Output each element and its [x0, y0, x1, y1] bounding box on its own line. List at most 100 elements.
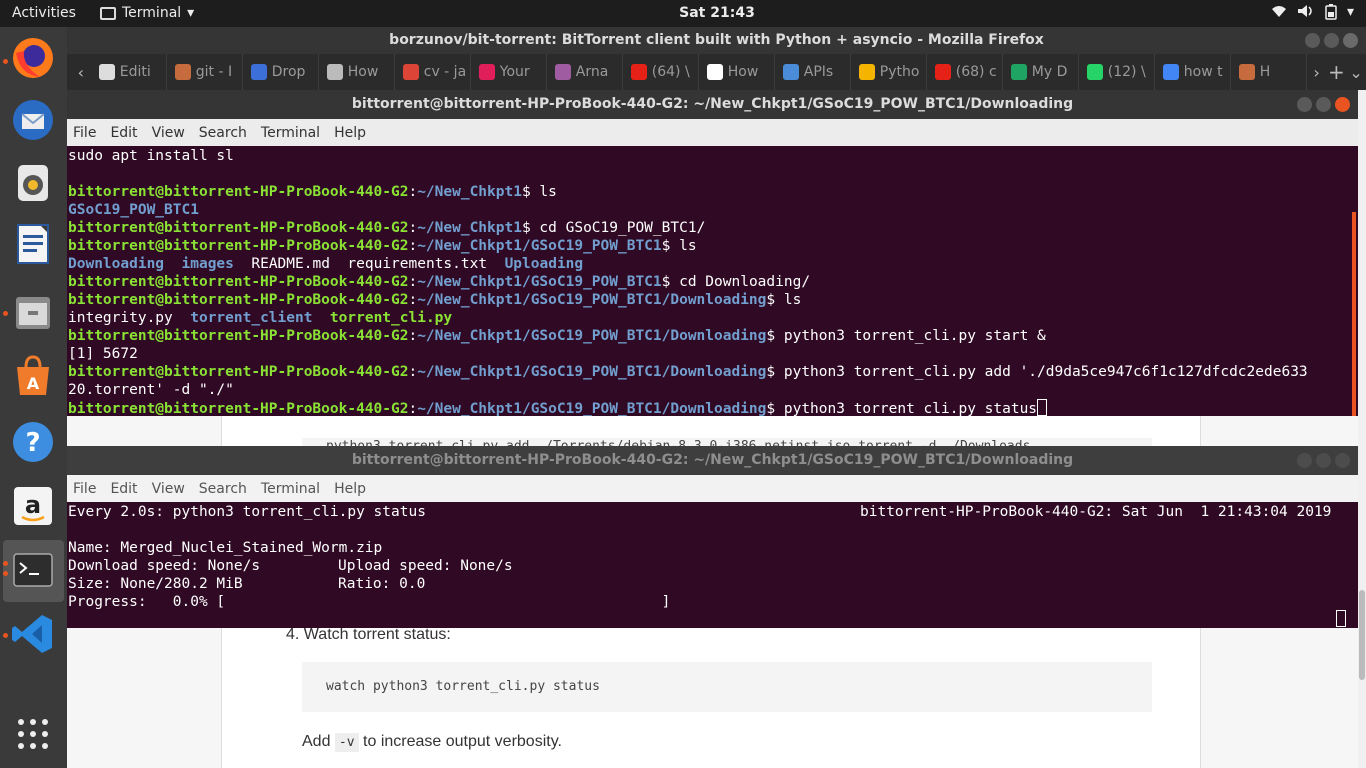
browser-tab[interactable]: Pytho [851, 54, 927, 90]
wifi-icon[interactable] [1271, 4, 1287, 24]
running-indicator [3, 633, 8, 638]
terminal-line: 20.torrent' -d "./" [68, 382, 234, 398]
dock: A ? a [0, 27, 67, 768]
power-menu-icon[interactable]: ▾ [1347, 4, 1354, 24]
help-icon[interactable]: ? [10, 419, 56, 465]
menu-help[interactable]: Help [334, 481, 366, 497]
system-tray[interactable]: ▾ [1271, 4, 1354, 24]
browser-tab[interactable]: (12) \ [1079, 54, 1155, 90]
terminal-titlebar[interactable]: bittorrent@bittorrent-HP-ProBook-440-G2:… [67, 90, 1358, 119]
terminal-window-main[interactable]: bittorrent@bittorrent-HP-ProBook-440-G2:… [67, 90, 1358, 416]
watch-output[interactable]: Every 2.0s: python3 torrent_cli.py statu… [67, 502, 1358, 628]
browser-tab[interactable]: git - I [167, 54, 243, 90]
close-icon[interactable] [1335, 97, 1350, 112]
browser-tab[interactable]: Arna [547, 54, 623, 90]
text-cursor [1336, 610, 1346, 627]
firefox-icon[interactable] [10, 35, 56, 81]
browser-tab[interactable]: Your [471, 54, 547, 90]
menu-view[interactable]: View [152, 125, 185, 141]
browser-tab[interactable]: My D [1003, 54, 1079, 90]
terminal-line: sudo apt install sl [68, 148, 234, 164]
menu-edit[interactable]: Edit [110, 481, 137, 497]
running-indicator [3, 59, 8, 64]
clock[interactable]: Sat 21:43 [0, 5, 1366, 21]
terminal-scrollbar[interactable] [1352, 212, 1356, 416]
menu-terminal[interactable]: Terminal [261, 125, 320, 141]
maximize-icon[interactable] [1324, 33, 1339, 48]
maximize-icon[interactable] [1316, 453, 1331, 468]
menu-file[interactable]: File [73, 481, 96, 497]
tab-scroll-left-icon[interactable]: ‹ [71, 63, 91, 82]
svg-text:?: ? [25, 428, 40, 458]
show-apps-icon[interactable] [10, 711, 56, 757]
favicon-icon [554, 64, 571, 80]
torrent-speed: Download speed: None/s Upload speed: None… [68, 558, 513, 574]
close-icon[interactable] [1335, 453, 1350, 468]
browser-tab[interactable]: (64) \ [623, 54, 699, 90]
menu-search[interactable]: Search [199, 125, 247, 141]
tab-label: (68) c [955, 64, 997, 80]
favicon-icon [1162, 64, 1179, 80]
minimize-icon[interactable] [1305, 33, 1320, 48]
browser-tab[interactable]: How [319, 54, 395, 90]
close-icon[interactable] [1343, 33, 1358, 48]
browser-tab[interactable]: cv - ja [395, 54, 471, 90]
browser-tab[interactable]: Editi [91, 54, 167, 90]
running-indicator [3, 561, 8, 566]
tab-label: Pytho [879, 64, 920, 80]
menu-search[interactable]: Search [199, 481, 247, 497]
tab-list-icon[interactable]: ⌄ [1346, 63, 1366, 82]
rhythmbox-icon[interactable] [10, 159, 56, 205]
libreoffice-writer-icon[interactable] [10, 221, 56, 267]
minimize-icon[interactable] [1297, 97, 1312, 112]
tab-label: Arna [575, 64, 609, 80]
scrollbar-thumb[interactable] [1359, 590, 1365, 680]
volume-icon[interactable] [1297, 4, 1315, 24]
torrent-size: Size: None/280.2 MiB Ratio: 0.0 [68, 576, 426, 592]
minimize-icon[interactable] [1297, 453, 1312, 468]
software-center-icon[interactable]: A [10, 353, 56, 399]
paragraph-verbosity: Add -v to increase output verbosity. [302, 733, 562, 752]
step-text: Watch torrent status: [303, 626, 451, 643]
maximize-icon[interactable] [1316, 97, 1331, 112]
terminal-window-controls [1297, 453, 1350, 468]
menu-file[interactable]: File [73, 125, 96, 141]
tab-label: git - I [195, 64, 233, 80]
running-indicator [3, 571, 8, 576]
tab-label: cv - ja [423, 64, 467, 80]
tab-label: (12) \ [1107, 64, 1146, 80]
browser-tab[interactable]: How [699, 54, 775, 90]
page-scrollbar[interactable] [1358, 90, 1366, 768]
favicon-icon [934, 64, 951, 80]
battery-icon[interactable] [1325, 4, 1337, 24]
menu-edit[interactable]: Edit [110, 125, 137, 141]
terminal-line: Downloading images README.md requirement… [68, 256, 584, 272]
amazon-icon[interactable]: a [10, 483, 56, 529]
browser-tab[interactable]: how t [1155, 54, 1231, 90]
menu-help[interactable]: Help [334, 125, 366, 141]
inline-code: -v [334, 733, 359, 752]
tab-scroll-right-icon[interactable]: › [1307, 63, 1327, 82]
torrent-name: Name: Merged_Nuclei_Stained_Worm.zip [68, 540, 383, 556]
new-tab-icon[interactable]: + [1327, 60, 1347, 84]
favicon-icon [1010, 64, 1027, 80]
terminal-window-watch[interactable]: bittorrent@bittorrent-HP-ProBook-440-G2:… [67, 446, 1358, 628]
vscode-icon[interactable] [10, 611, 56, 657]
text-cursor [1037, 399, 1048, 416]
menu-terminal[interactable]: Terminal [261, 481, 320, 497]
terminal-icon[interactable] [10, 547, 56, 593]
files-icon[interactable] [10, 289, 56, 335]
browser-tab[interactable]: APIs [775, 54, 851, 90]
menu-view[interactable]: View [152, 481, 185, 497]
browser-tab[interactable]: (68) c [927, 54, 1003, 90]
firefox-titlebar[interactable]: borzunov/bit-torrent: BitTorrent client … [67, 27, 1366, 54]
favicon-icon [1238, 64, 1255, 80]
browser-tab[interactable]: Drop [243, 54, 319, 90]
tab-label: (64) \ [651, 64, 690, 80]
terminal-output[interactable]: sudo apt install sl bittorrent@bittorren… [67, 146, 1358, 416]
thunderbird-icon[interactable] [10, 97, 56, 143]
browser-tab[interactable]: H [1231, 54, 1307, 90]
terminal-titlebar[interactable]: bittorrent@bittorrent-HP-ProBook-440-G2:… [67, 446, 1358, 475]
firefox-title: borzunov/bit-torrent: BitTorrent client … [389, 32, 1044, 48]
